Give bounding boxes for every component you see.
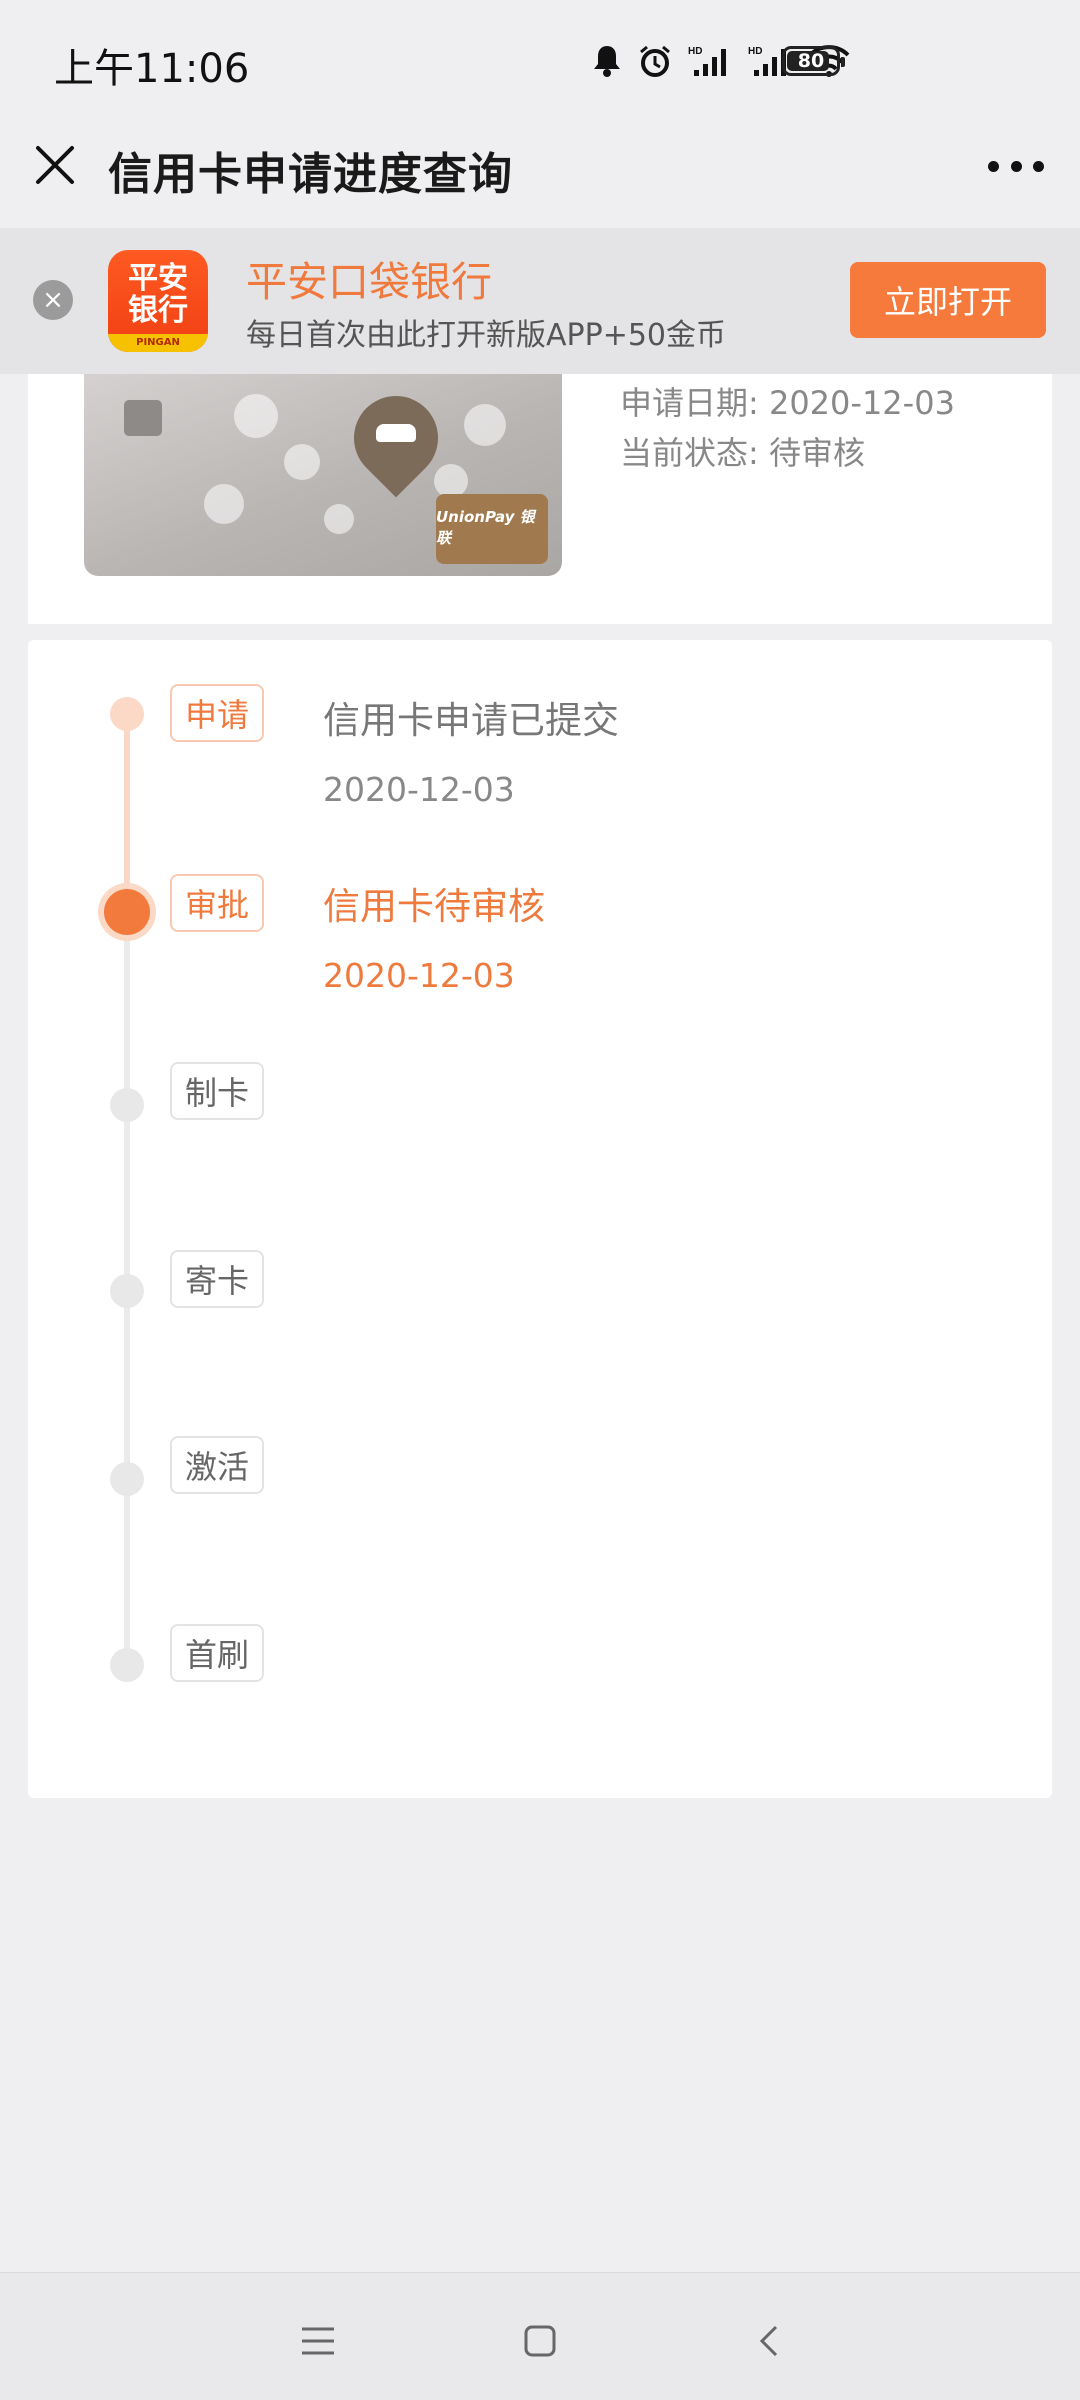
- dismiss-icon[interactable]: ×: [33, 280, 73, 320]
- signal-hd-1-icon: HD: [688, 44, 732, 78]
- card-info: UnionPay 银联 申请日期: 2020-12-03 当前状态: 待审核: [28, 374, 1052, 624]
- chip-icon: [124, 400, 162, 436]
- timeline-dot-review: [104, 889, 150, 935]
- svg-text:HD: HD: [748, 46, 762, 57]
- timeline-dot-make: [110, 1088, 144, 1122]
- home-icon[interactable]: [510, 2311, 570, 2371]
- timeline-tag-mail: 寄卡: [170, 1250, 264, 1308]
- close-icon[interactable]: [30, 140, 80, 190]
- system-navigation-bar: [0, 2272, 1080, 2400]
- battery-level: 80: [797, 50, 825, 72]
- menu-icon[interactable]: [288, 2311, 348, 2371]
- app-logo: 平安 银行 PINGAN: [108, 250, 208, 352]
- status-time: 上午11:06: [54, 46, 250, 92]
- timeline-dot-mail: [110, 1274, 144, 1308]
- app-name: 平安口袋银行: [246, 258, 492, 306]
- timeline-tag-activate: 激活: [170, 1436, 264, 1494]
- back-icon[interactable]: [738, 2311, 798, 2371]
- credit-card-image: UnionPay 银联: [84, 374, 562, 576]
- app-promo-banner: × 平安 银行 PINGAN 平安口袋银行 每日首次由此打开新版APP+50金币…: [0, 228, 1080, 374]
- timeline-tag-apply: 申请: [170, 684, 264, 742]
- battery-icon: 80: [782, 46, 845, 76]
- more-icon[interactable]: [988, 154, 1044, 178]
- timeline-date-review: 2020-12-03: [323, 956, 515, 995]
- timeline-tag-review: 审批: [170, 874, 264, 932]
- open-app-button[interactable]: 立即打开: [850, 262, 1046, 338]
- timeline-title-review: 信用卡待审核: [323, 885, 545, 928]
- timeline-date-apply: 2020-12-03: [323, 770, 515, 809]
- timeline-dot-first-swipe: [110, 1648, 144, 1682]
- nav-bar: 信用卡申请进度查询: [0, 118, 1080, 226]
- status-bar: 上午11:06 HD HD 80: [0, 0, 1080, 118]
- svg-text:HD: HD: [688, 46, 702, 57]
- current-status: 当前状态: 待审核: [620, 434, 865, 472]
- progress-timeline: 申请 信用卡申请已提交 2020-12-03 审批 信用卡待审核 2020-12…: [28, 640, 1052, 1798]
- timeline-tag-make: 制卡: [170, 1062, 264, 1120]
- car-icon: [376, 424, 416, 442]
- apply-date: 申请日期: 2020-12-03: [620, 384, 955, 422]
- alarm-icon: [638, 44, 672, 78]
- page-title: 信用卡申请进度查询: [108, 149, 513, 200]
- timeline-dot-activate: [110, 1462, 144, 1496]
- unionpay-logo: UnionPay 银联: [436, 494, 548, 564]
- timeline-progress: [124, 714, 130, 910]
- promo-description: 每日首次由此打开新版APP+50金币: [246, 318, 727, 353]
- timeline-tag-first-swipe: 首刷: [170, 1624, 264, 1682]
- timeline-title-apply: 信用卡申请已提交: [323, 699, 619, 742]
- bell-icon: [592, 44, 622, 78]
- timeline-dot-apply: [110, 697, 144, 731]
